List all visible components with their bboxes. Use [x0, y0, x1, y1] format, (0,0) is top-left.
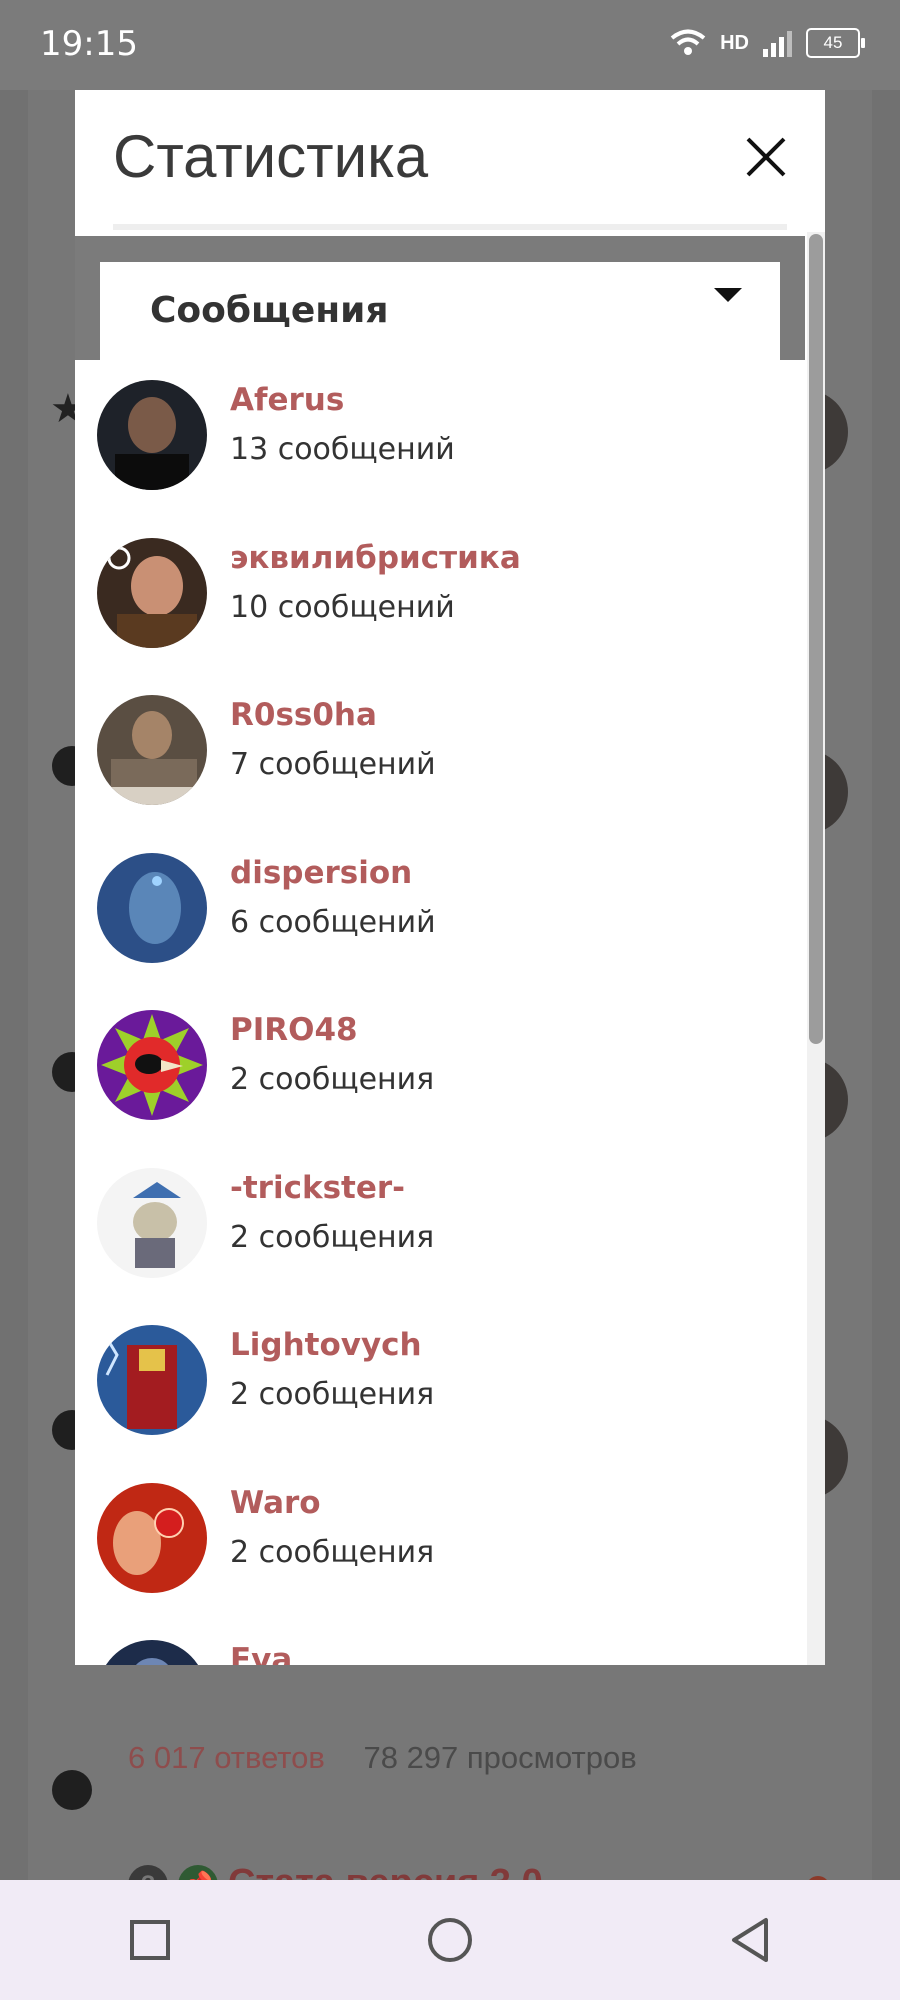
close-icon[interactable]: [741, 132, 791, 182]
user-row-aferus[interactable]: Aferus 13 сообщений: [75, 360, 805, 518]
back-triangle-icon[interactable]: [720, 1910, 780, 1970]
user-row-piro48[interactable]: PIRO48 2 сообщения: [75, 990, 805, 1148]
avatar: [97, 1167, 207, 1278]
views-count: 78 297 просмотров: [363, 1740, 637, 1775]
caret-down-icon: [714, 288, 742, 302]
stat-type-dropdown[interactable]: Сообщения: [100, 262, 780, 360]
answers-count: 6 017 ответов: [128, 1740, 325, 1775]
username: PIRO48: [230, 1012, 358, 1048]
unread-dot: [52, 1770, 92, 1810]
status-bar: 19:15 HD 45: [0, 0, 900, 90]
message-count: 2 сообщения: [230, 1377, 435, 1412]
user-row-dispersion[interactable]: dispersion 6 сообщений: [75, 833, 805, 991]
avatar: [97, 852, 207, 963]
recents-square-icon[interactable]: [120, 1910, 180, 1970]
avatar: [97, 380, 207, 490]
message-count: 13 сообщений: [230, 432, 455, 467]
avatar: [97, 1482, 207, 1593]
status-icons: HD 45: [670, 28, 865, 58]
message-count: 7 сообщений: [230, 747, 436, 782]
signal-icon: [763, 29, 792, 57]
home-circle-icon[interactable]: [420, 1910, 480, 1970]
navigation-bar: [0, 1880, 900, 2000]
username: dispersion: [230, 854, 413, 891]
message-count: 10 сообщений: [230, 589, 455, 625]
username: Eva: [230, 1642, 293, 1665]
username: Waro: [230, 1484, 321, 1521]
avatar: [97, 695, 207, 805]
user-row-trickster[interactable]: -trickster- 2 сообщения: [75, 1148, 805, 1306]
username: Aferus: [230, 382, 345, 418]
status-time: 19:15: [40, 24, 138, 64]
wifi-icon: [670, 29, 706, 55]
avatar: [97, 1325, 207, 1435]
header-divider: [113, 224, 787, 230]
avatar: [97, 537, 207, 648]
user-row-eva[interactable]: Eva: [75, 1620, 805, 1665]
username: эквилибристика: [230, 539, 521, 576]
network-type-label: HD: [720, 31, 749, 54]
username: -trickster-: [230, 1169, 406, 1206]
user-row-ekvilibristika[interactable]: эквилибристика 10 сообщений: [75, 518, 805, 676]
username: R0ss0ha: [230, 697, 377, 733]
user-row-waro[interactable]: Waro 2 сообщения: [75, 1463, 805, 1621]
scrollbar-thumb[interactable]: [809, 234, 823, 1044]
user-list: Aferus 13 сообщений эквилибристика 10 со…: [75, 360, 805, 1665]
message-count: 2 сообщения: [230, 1219, 435, 1255]
user-row-lightovych[interactable]: Lightovych 2 сообщения: [75, 1305, 805, 1463]
message-count: 6 сообщений: [230, 904, 436, 940]
username: Lightovych: [230, 1327, 422, 1363]
user-row-r0ss0ha[interactable]: R0ss0ha 7 сообщений: [75, 675, 805, 833]
modal-title: Статистика: [113, 123, 429, 190]
battery-icon: 45: [806, 28, 865, 58]
message-count: 2 сообщения: [230, 1062, 435, 1097]
avatar: [97, 1640, 207, 1665]
modal-header: Статистика: [75, 90, 825, 230]
message-count: 2 сообщения: [230, 1534, 435, 1570]
dropdown-selected-label: Сообщения: [150, 290, 389, 331]
avatar: [97, 1010, 207, 1120]
statistics-modal: Статистика Сообщения Aferus 13 сообщений: [75, 90, 825, 1665]
background-topic-stats: 6 017 ответов 78 297 просмотров: [128, 1740, 637, 1776]
